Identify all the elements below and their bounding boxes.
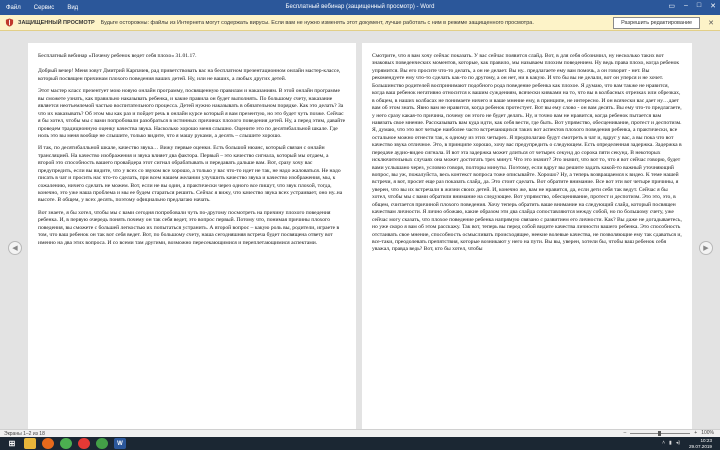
clock-date: 29.07.2019 <box>689 443 712 449</box>
ribbon-display-options-icon[interactable]: ▭ <box>668 2 675 10</box>
taskbar: ⊞ W ˄ ▮ ◂) 10:23 29.07.2019 <box>0 437 720 450</box>
zoom-level[interactable]: 100% <box>701 430 714 436</box>
document-heading: Бесплатный вебинар «Почему ребенок ведет… <box>38 53 197 59</box>
zoom-out-icon[interactable]: – <box>624 430 627 436</box>
paragraph: Смотрите, что я вам хочу сейчас показать… <box>372 53 682 253</box>
paragraph: Этот мастер класс презентует мою новую о… <box>38 88 346 139</box>
window-controls: ▭ – □ ✕ <box>668 2 716 10</box>
start-icon[interactable]: ⊞ <box>6 438 18 449</box>
document-page-right: Смотрите, что я вам хочу сейчас показать… <box>362 43 692 429</box>
read-mode-area: ◀ Бесплатный вебинар «Почему ребенок вед… <box>0 31 720 429</box>
title-bar: Файл Сервис Вид Бесплатный вебинар (защи… <box>0 0 720 15</box>
enable-editing-button[interactable]: Разрешить редактирование <box>613 16 701 29</box>
protected-view-message: Будьте осторожны: файлы из Интернета мог… <box>100 19 534 26</box>
document-page-left: Бесплатный вебинар «Почему ребенок ведет… <box>28 43 356 429</box>
network-icon[interactable]: ▮ <box>669 440 672 446</box>
close-icon[interactable]: ✕ <box>710 2 716 10</box>
paragraph: Вот знаете, я бы хотел, чтобы мы с вами … <box>38 209 340 246</box>
shield-icon <box>5 18 14 27</box>
system-tray: ˄ ▮ ◂) <box>662 440 680 446</box>
minimize-icon[interactable]: – <box>684 2 688 10</box>
firefox-icon[interactable] <box>42 438 54 449</box>
zoom-control: – + 100% <box>624 430 715 436</box>
chrome-icon[interactable] <box>60 438 72 449</box>
previous-screen-arrow-icon[interactable]: ◀ <box>8 241 22 255</box>
volume-icon[interactable]: ◂) <box>676 440 680 446</box>
maximize-icon[interactable]: □ <box>697 2 701 10</box>
screen-counter: Экраны 1–2 из 18 <box>4 430 45 437</box>
clock[interactable]: 10:23 29.07.2019 <box>689 438 712 449</box>
yandex-icon[interactable] <box>78 438 90 449</box>
chrome-icon[interactable] <box>96 438 108 449</box>
menu-file[interactable]: Файл <box>6 5 21 11</box>
menu-view[interactable]: Вид <box>67 5 78 11</box>
paragraph: И так, по десятибалльной шкале, качество… <box>38 145 343 204</box>
protected-view-title: ЗАЩИЩЕННЫЙ ПРОСМОТР <box>18 19 95 26</box>
menu-tools[interactable]: Сервис <box>34 5 55 11</box>
menu-bar: Файл Сервис Вид <box>0 5 200 11</box>
next-screen-arrow-icon[interactable]: ▶ <box>699 241 713 255</box>
zoom-slider-handle[interactable] <box>658 430 662 436</box>
word-icon[interactable]: W <box>114 438 126 449</box>
paragraph: Добрый вечер! Меня зовут Дмитрий Карпаче… <box>38 68 341 82</box>
zoom-slider[interactable] <box>630 430 691 436</box>
protected-view-bar: ЗАЩИЩЕННЫЙ ПРОСМОТР Будьте осторожны: фа… <box>0 15 720 31</box>
zoom-in-icon[interactable]: + <box>694 430 697 436</box>
close-message-bar-icon[interactable]: ✕ <box>708 19 714 27</box>
file-explorer-icon[interactable] <box>24 438 36 449</box>
status-bar: Экраны 1–2 из 18 – + 100% <box>0 429 720 437</box>
show-hidden-icons-icon[interactable]: ˄ <box>662 440 665 446</box>
